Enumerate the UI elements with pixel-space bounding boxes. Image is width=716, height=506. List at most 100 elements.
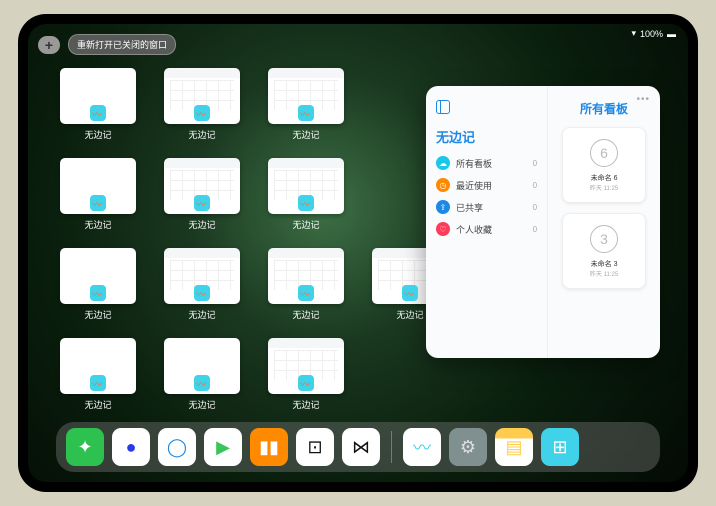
cloud-icon: ☁	[436, 156, 450, 170]
fav-icon: ♡	[436, 222, 450, 236]
menu-count: 0	[533, 181, 537, 190]
window-card[interactable]: 无边记	[164, 248, 240, 324]
wifi-icon: ▾	[631, 28, 636, 39]
freeform-icon	[90, 195, 106, 211]
window-card[interactable]: 无边记	[164, 158, 240, 234]
window-label: 无边记	[292, 218, 319, 231]
freeform-icon	[90, 375, 106, 391]
screen: ▾ 100% ▬ + 重新打开已关闭的窗口 无边记无边记无边记无边记无边记无边记…	[28, 24, 688, 482]
board-sketch: 6	[590, 139, 618, 167]
window-label: 无边记	[292, 308, 319, 321]
window-grid: 无边记无边记无边记无边记无边记无边记无边记无边记无边记无边记无边记无边记无边记	[60, 68, 448, 414]
reopen-closed-window-button[interactable]: 重新打开已关闭的窗口	[68, 34, 176, 55]
freeform-icon	[194, 375, 210, 391]
window-thumbnail	[60, 248, 136, 304]
menu-label: 所有看板	[456, 157, 492, 170]
freeform-icon	[194, 195, 210, 211]
sidebar-icon[interactable]	[436, 100, 450, 114]
freeform-icon	[194, 285, 210, 301]
window-thumbnail	[60, 338, 136, 394]
freeform-icon	[194, 105, 210, 121]
window-thumbnail	[164, 158, 240, 214]
dock-game-icon[interactable]: ⊡	[296, 428, 334, 466]
dock-browser-icon[interactable]: ●	[112, 428, 150, 466]
more-icon[interactable]: •••	[636, 94, 650, 105]
dock-books-icon[interactable]: ▮▮	[250, 428, 288, 466]
menu-label: 个人收藏	[456, 223, 492, 236]
menu-count: 0	[533, 159, 537, 168]
freeform-icon	[90, 285, 106, 301]
add-button[interactable]: +	[38, 36, 60, 54]
dock-wechat-icon[interactable]: ✦	[66, 428, 104, 466]
battery-icon: ▬	[667, 29, 676, 39]
window-label: 无边记	[84, 218, 111, 231]
status-bar: ▾ 100% ▬	[631, 28, 676, 39]
freeform-icon	[298, 285, 314, 301]
share-icon: ⇪	[436, 200, 450, 214]
dock: ✦●◯▶▮▮⊡⋈ 〰⚙▤⊞	[56, 422, 660, 472]
window-card[interactable]: 无边记	[268, 338, 344, 414]
window-thumbnail	[60, 158, 136, 214]
dock-freeform-icon[interactable]: 〰	[403, 428, 441, 466]
board-thumbnail[interactable]: 3 未命名 3昨天 11:25	[562, 213, 646, 289]
panel-left: 无边记 ☁ 所有看板 0 ◷ 最近使用 0 ⇪ 已共享 0 ♡ 个人收藏 0	[426, 86, 548, 358]
freeform-icon	[298, 195, 314, 211]
top-bar: + 重新打开已关闭的窗口	[38, 34, 176, 55]
battery-label: 100%	[640, 29, 663, 39]
dock-settings-icon[interactable]: ⚙	[449, 428, 487, 466]
window-card[interactable]: 无边记	[60, 158, 136, 234]
window-label: 无边记	[188, 308, 215, 321]
window-label: 无边记	[292, 128, 319, 141]
window-thumbnail	[164, 248, 240, 304]
dock-play-icon[interactable]: ▶	[204, 428, 242, 466]
window-thumbnail	[268, 68, 344, 124]
panel-right: 所有看板 6未命名 6昨天 11:253未命名 3昨天 11:25	[548, 86, 660, 358]
menu-label: 最近使用	[456, 179, 492, 192]
window-card[interactable]: 无边记	[164, 68, 240, 144]
board-thumbnail[interactable]: 6 未命名 6昨天 11:25	[562, 127, 646, 203]
panel-right-title: 所有看板	[580, 100, 628, 117]
dock-notes-icon[interactable]: ▤	[495, 428, 533, 466]
menu-label: 已共享	[456, 201, 483, 214]
window-card[interactable]: 无边记	[164, 338, 240, 414]
window-label: 无边记	[396, 308, 423, 321]
window-label: 无边记	[84, 128, 111, 141]
panel-left-title: 无边记	[436, 127, 537, 146]
window-card[interactable]: 无边记	[60, 68, 136, 144]
window-label: 无边记	[188, 218, 215, 231]
window-card[interactable]: 无边记	[268, 68, 344, 144]
clock-icon: ◷	[436, 178, 450, 192]
window-card[interactable]: 无边记	[60, 248, 136, 324]
dock-separator	[391, 431, 392, 463]
window-label: 无边记	[292, 398, 319, 411]
window-card[interactable]: 无边记	[268, 248, 344, 324]
board-sketch: 3	[590, 225, 618, 253]
menu-item-fav[interactable]: ♡ 个人收藏 0	[436, 222, 537, 236]
menu-count: 0	[533, 203, 537, 212]
freeform-icon	[298, 105, 314, 121]
window-thumbnail	[60, 68, 136, 124]
board-name: 未命名 3	[591, 259, 618, 269]
window-label: 无边记	[84, 398, 111, 411]
window-thumbnail	[268, 338, 344, 394]
dock-apps-icon[interactable]: ⊞	[541, 428, 579, 466]
dock-qqbrowser-icon[interactable]: ◯	[158, 428, 196, 466]
window-thumbnail	[164, 68, 240, 124]
board-subtitle: 昨天 11:25	[590, 269, 618, 278]
side-panel: ••• 无边记 ☁ 所有看板 0 ◷ 最近使用 0 ⇪ 已共享 0 ♡ 个人收藏 0 所有看板 6 未命…	[426, 86, 660, 358]
board-subtitle: 昨天 11:25	[590, 183, 618, 192]
window-card[interactable]: 无边记	[60, 338, 136, 414]
freeform-icon	[402, 285, 418, 301]
menu-item-cloud[interactable]: ☁ 所有看板 0	[436, 156, 537, 170]
window-card[interactable]: 无边记	[268, 158, 344, 234]
window-label: 无边记	[84, 308, 111, 321]
menu-item-clock[interactable]: ◷ 最近使用 0	[436, 178, 537, 192]
freeform-icon	[90, 105, 106, 121]
menu-item-share[interactable]: ⇪ 已共享 0	[436, 200, 537, 214]
window-thumbnail	[268, 248, 344, 304]
menu-count: 0	[533, 225, 537, 234]
window-thumbnail	[268, 158, 344, 214]
dock-connect-icon[interactable]: ⋈	[342, 428, 380, 466]
window-thumbnail	[164, 338, 240, 394]
board-name: 未命名 6	[591, 173, 618, 183]
